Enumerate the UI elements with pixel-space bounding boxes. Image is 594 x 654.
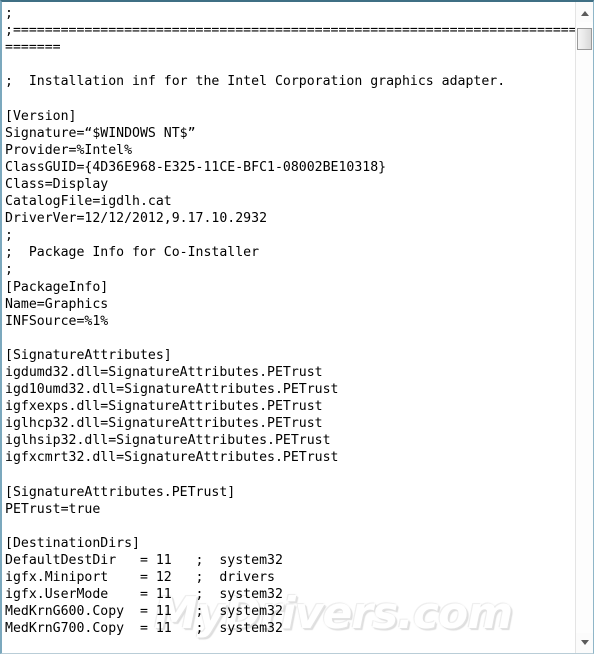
inf-line: [Version]	[5, 108, 77, 124]
scrollbar-track[interactable]	[576, 22, 593, 633]
inf-line	[5, 637, 575, 653]
inf-line: Signature=“$WINDOWS NT$”	[5, 125, 196, 141]
scroll-up-button[interactable]	[576, 4, 593, 22]
inf-line: igfxexps.dll=SignatureAttributes.PETrust	[5, 399, 323, 415]
inf-line: DriverVer=12/12/2012,9.17.10.2932	[5, 211, 268, 227]
inf-line: Class=Display	[5, 176, 109, 192]
inf-line: =======	[5, 40, 61, 56]
inf-line	[5, 518, 575, 535]
inf-line: ;	[5, 6, 13, 21]
inf-line: ;	[5, 262, 13, 278]
inf-line: igfx.UserMode = 11 ; system32	[5, 587, 283, 603]
inf-line	[5, 56, 575, 73]
inf-line: ; Installation inf for the Intel Corpora…	[5, 74, 506, 90]
inf-line: ; Package Info for Co-Installer	[5, 245, 260, 261]
inf-line: PETrust=true	[5, 501, 101, 517]
inf-line: [SignatureAttributes.PETrust]	[5, 484, 236, 500]
inf-text-window: MyDrivers.com ; ;========================…	[0, 0, 594, 654]
inf-line	[5, 330, 575, 347]
inf-line: iglhcp32.dll=SignatureAttributes.PETrust	[5, 416, 323, 432]
scroll-down-button[interactable]	[576, 633, 593, 651]
inf-line: Provider=%Intel%	[5, 142, 133, 158]
inf-line: igdumd32.dll=SignatureAttributes.PETrust	[5, 364, 323, 380]
inf-line: ClassGUID={4D36E968-E325-11CE-BFC1-08002…	[5, 159, 387, 175]
inf-line: [PackageInfo]	[5, 279, 109, 295]
inf-line: Name=Graphics	[5, 296, 109, 312]
inf-line: ;=======================================…	[5, 23, 575, 39]
vertical-scrollbar[interactable]	[575, 2, 593, 653]
inf-line: DefaultDestDir = 11 ; system32	[5, 553, 283, 568]
scrollbar-thumb[interactable]	[577, 28, 592, 50]
inf-line: MedKrnG700.Copy = 11 ; system32	[5, 621, 283, 637]
inf-line: igd10umd32.dll=SignatureAttributes.PETru…	[5, 382, 339, 398]
inf-line: igfx.Miniport = 12 ; drivers	[5, 570, 275, 586]
inf-line: igfxcmrt32.dll=SignatureAttributes.PETru…	[5, 450, 339, 466]
inf-line: ;	[5, 228, 13, 244]
inf-line	[5, 90, 575, 107]
inf-text-content[interactable]: ; ;======================================…	[2, 2, 575, 653]
inf-line: [DestinationDirs]	[5, 535, 140, 551]
chevron-down-icon	[580, 640, 589, 645]
inf-line: CatalogFile=igdlh.cat	[5, 194, 172, 210]
inf-line: [SignatureAttributes]	[5, 347, 172, 363]
chevron-up-icon	[580, 11, 589, 16]
inf-line: MedKrnG600.Copy = 11 ; system32	[5, 604, 283, 620]
inf-line	[5, 467, 575, 484]
inf-line: iglhsip32.dll=SignatureAttributes.PETrus…	[5, 433, 331, 449]
inf-line: INFSource=%1%	[5, 313, 109, 329]
